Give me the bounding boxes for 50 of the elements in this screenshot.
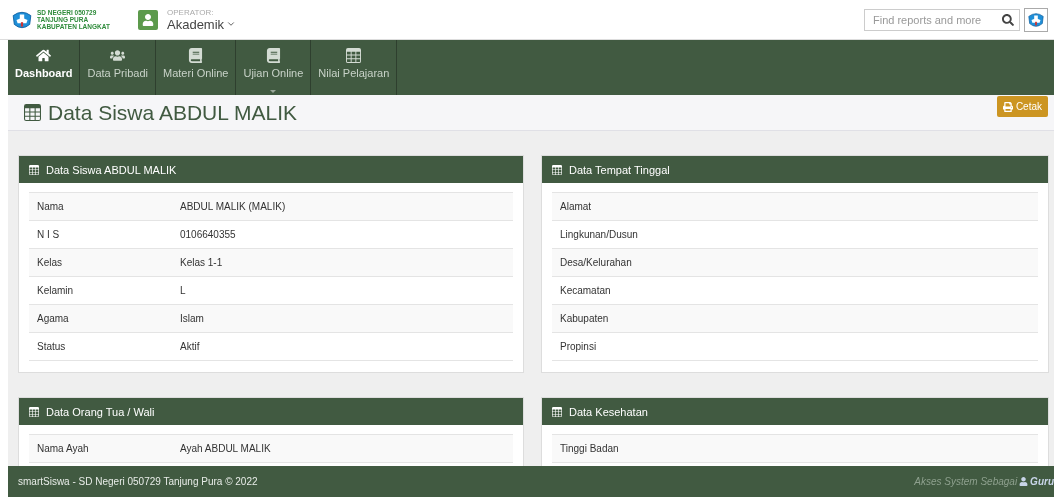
field-label: Tinggi Badan — [559, 443, 620, 454]
field-label: Status — [36, 341, 67, 352]
field-value: 0106640355 — [180, 229, 236, 240]
book-icon — [265, 48, 281, 63]
user-icon — [1019, 477, 1029, 486]
table-icon — [552, 406, 562, 417]
field-label: Kelas — [36, 257, 63, 268]
user-avatar-icon — [138, 9, 158, 30]
table-icon — [24, 104, 41, 121]
field-label: Alamat — [559, 201, 593, 212]
home-icon — [36, 48, 52, 63]
field-value: ABDUL MALIK (MALIK) — [180, 201, 286, 212]
access-role: Guru — [1030, 476, 1054, 487]
field-value: Ayah ABDUL MALIK — [180, 443, 271, 454]
users-icon — [110, 48, 126, 63]
book-icon — [188, 48, 204, 63]
emblem-icon — [1027, 10, 1045, 29]
field-label: Nama — [36, 201, 65, 212]
panel-title: Data Siswa ABDUL MALIK — [46, 163, 177, 176]
chevron-down-icon — [226, 19, 237, 29]
role-caption: OPERATOR: — [167, 7, 215, 17]
field-value: Islam — [180, 313, 204, 324]
search-icon[interactable] — [1002, 13, 1014, 26]
printer-icon — [1002, 101, 1013, 112]
access-label: Akses System Sebagai — [914, 476, 1018, 487]
print-button[interactable]: Cetak — [996, 96, 1048, 117]
table-icon — [29, 406, 39, 417]
field-label: N I S — [36, 229, 61, 240]
field-label: Desa/Kelurahan — [559, 257, 633, 268]
role-menu[interactable]: Akademik — [167, 16, 237, 32]
field-label: Kabupaten — [559, 313, 610, 324]
table-icon — [552, 164, 562, 175]
field-value: L — [180, 285, 186, 296]
field-label: Nama Ayah — [36, 443, 90, 454]
panel-title: Data Kesehatan — [569, 405, 648, 418]
panel-title: Data Orang Tua / Wali — [46, 405, 155, 418]
field-value: Kelas 1-1 — [180, 257, 223, 268]
page-title: Data Siswa ABDUL MALIK — [24, 100, 297, 125]
profile-button[interactable] — [1024, 7, 1048, 32]
search-field[interactable]: Find reports and more — [864, 8, 1020, 31]
field-value: Aktif — [180, 341, 200, 352]
panel-title: Data Tempat Tinggal — [569, 163, 670, 176]
table-icon — [346, 48, 362, 63]
field-label: Kelamin — [36, 285, 75, 296]
footer-copyright: smartSiswa - SD Negeri 050729 Tanjung Pura © 2022 — [18, 476, 258, 487]
field-label: Propinsi — [559, 341, 598, 352]
table-icon — [29, 164, 39, 175]
field-label: Lingkunan/Dusun — [559, 229, 639, 240]
field-label: Kecamatan — [559, 285, 612, 296]
field-label: Agama — [36, 313, 70, 324]
